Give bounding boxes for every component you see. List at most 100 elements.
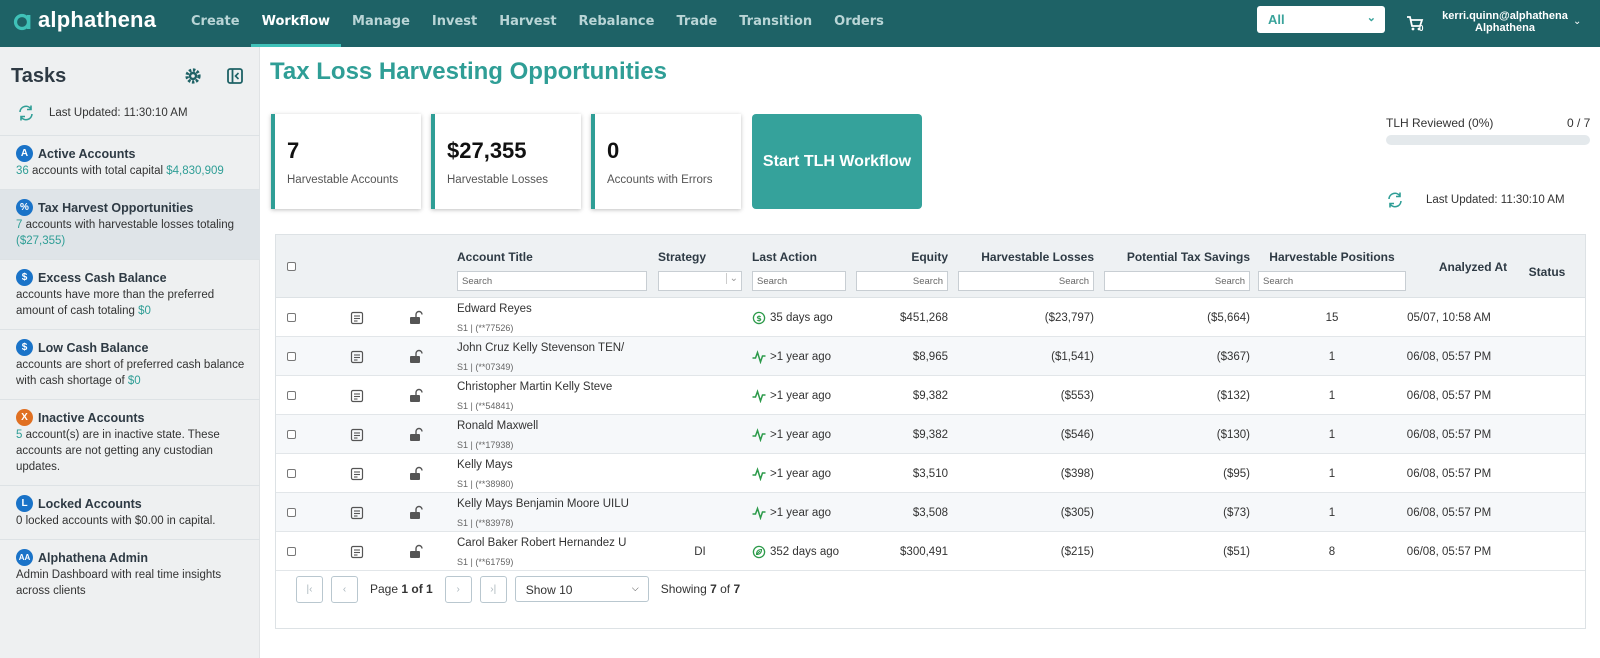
nav-harvest[interactable]: Harvest [488,0,567,47]
prev-page-button[interactable]: ‹ [331,575,358,603]
header-analyzed-at[interactable]: Analyzed At [1423,260,1523,274]
account-name[interactable]: John Cruz Kelly Stevenson TEN/ [457,342,624,354]
table-row[interactable]: John Cruz Kelly Stevenson TEN/S1 | (**07… [276,337,1585,376]
table-row[interactable]: Edward Reyes S1 | (**77526) $35 days ago $4… [276,298,1585,337]
task-item[interactable]: % Tax Harvest Opportunities 7 accounts wit… [0,189,260,259]
header-last-action[interactable]: Last Action [752,250,817,264]
next-page-button[interactable]: › [444,575,472,603]
nav-create[interactable]: Create [180,0,251,47]
nav-manage[interactable]: Manage [341,0,421,47]
chevron-down-icon[interactable]: ⌄ [1573,16,1581,27]
harvestable-positions-filter[interactable]: Search [1258,271,1406,291]
nav-trade[interactable]: Trade [665,0,728,47]
unlock-icon[interactable] [408,310,424,325]
notes-icon[interactable] [350,389,364,403]
notes-icon[interactable] [350,428,364,442]
notes-icon[interactable] [350,350,364,364]
header-account-title[interactable]: Account Title [457,250,533,264]
collapse-sidebar-icon[interactable] [227,68,243,84]
user-email: kerri.quinn@alphathena [1442,10,1568,22]
nav-orders[interactable]: Orders [823,0,895,47]
equity-cell: $451,268 [900,311,948,324]
notes-icon[interactable] [350,467,364,481]
account-scope-select[interactable]: All ⌄ [1257,6,1385,33]
row-checkbox[interactable] [287,391,296,400]
table-row[interactable]: Ronald Maxwell S1 | (**17938) >1 year ago $… [276,415,1585,454]
table-row[interactable]: Christopher Martin Kelly Steve S1 | (**54… [276,376,1585,415]
notes-icon[interactable] [350,506,364,520]
status-cell [1522,298,1572,337]
notes-icon[interactable] [350,311,364,325]
tlh-table: Account Title Search Strategy ⌄ Last Act… [275,234,1586,629]
potential-tax-savings-cell: ($73) [1223,506,1250,519]
row-checkbox[interactable] [287,469,296,478]
row-checkbox[interactable] [287,313,296,322]
harvestable-accounts-card: 7 Harvestable Accounts [271,114,421,209]
last-action-text: 35 days ago [770,311,833,324]
account-title-filter[interactable]: Search [457,271,647,291]
unlock-icon[interactable] [408,544,424,559]
nav-transition[interactable]: Transition [728,0,823,47]
task-title: Locked Accounts [38,496,142,511]
select-all-checkbox[interactable] [287,262,296,271]
potential-tax-savings-filter[interactable]: Search [1104,271,1250,291]
last-action-filter[interactable]: Search [752,271,846,291]
top-navbar: alphathena Create Workflow Manage Invest Har… [0,0,1600,47]
task-item[interactable]: $ Low Cash Balance accounts are short of p… [0,329,260,399]
harvestable-losses-filter[interactable]: Search [958,271,1094,291]
activity-icon [752,505,766,520]
header-potential-tax-savings[interactable]: Potential Tax Savings [1104,250,1250,264]
task-item[interactable]: AA Alphathena Admin Admin Dashboard with r… [0,539,260,609]
account-name[interactable]: Edward Reyes [457,303,532,315]
page-value: 1 of 1 [401,582,433,596]
task-item[interactable]: $ Excess Cash Balance accounts have more t… [0,259,260,329]
nav-workflow[interactable]: Workflow [250,0,342,47]
unlock-icon[interactable] [408,388,424,403]
header-harvestable-losses[interactable]: Harvestable Losses [958,250,1094,264]
task-badge-icon: % [16,199,33,216]
user-menu[interactable]: kerri.quinn@alphathena Alphathena [1440,10,1570,34]
unlock-icon[interactable] [408,427,424,442]
refresh-icon[interactable] [17,104,35,122]
row-checkbox[interactable] [287,547,296,556]
refresh-icon[interactable] [1386,191,1404,209]
account-name[interactable]: Ronald Maxwell [457,420,538,432]
last-page-button[interactable]: ›| [479,575,507,603]
card-value: 0 [607,138,620,163]
table-row[interactable]: Carol Baker Robert Hernandez U S1 | (**61… [276,532,1585,571]
notes-cell [350,415,370,454]
harvestable-losses-cell: ($23,797) [1044,311,1094,324]
account-name[interactable]: Carol Baker Robert Hernandez U [457,537,626,549]
harvestable-losses-cell: ($305) [1060,506,1094,519]
gear-icon[interactable] [184,67,202,85]
notes-icon[interactable] [350,545,364,559]
start-tlh-workflow-button[interactable]: Start TLH Workflow [752,114,922,209]
brand-logo[interactable]: alphathena [12,7,156,33]
page-size-select[interactable]: Show 10 ⌵ [514,576,649,602]
header-status[interactable]: Status [1522,265,1572,279]
unlock-icon[interactable] [408,349,424,364]
unlock-icon[interactable] [408,505,424,520]
table-row[interactable]: Kelly Mays S1 | (**38980) >1 year ago $3,51… [276,454,1585,493]
account-name[interactable]: Kelly Mays [457,459,513,471]
notes-cell [350,298,370,337]
row-checkbox[interactable] [287,430,296,439]
unlock-icon[interactable] [408,466,424,481]
task-item[interactable]: X Inactive Accounts 5 account(s) are in in… [0,399,260,485]
row-checkbox[interactable] [287,352,296,361]
row-checkbox[interactable] [287,508,296,517]
task-item[interactable]: A Active Accounts 36 accounts with total c… [0,135,260,189]
equity-filter[interactable]: Search [856,271,948,291]
account-name[interactable]: Kelly Mays Benjamin Moore UILU [457,498,629,510]
strategy-filter[interactable]: ⌄ [658,271,742,291]
strategy-cell [658,376,742,415]
first-page-button[interactable]: |‹ [296,575,323,603]
nav-invest[interactable]: Invest [421,0,488,47]
task-item[interactable]: L Locked Accounts 0 locked accounts with $… [0,485,260,539]
account-name[interactable]: Christopher Martin Kelly Steve [457,381,612,393]
header-equity[interactable]: Equity [856,250,948,264]
nav-rebalance[interactable]: Rebalance [568,0,666,47]
header-strategy[interactable]: Strategy [658,250,706,264]
table-row[interactable]: Kelly Mays Benjamin Moore UILU S1 | (**83… [276,493,1585,532]
header-harvestable-positions[interactable]: Harvestable Positions [1258,250,1406,264]
